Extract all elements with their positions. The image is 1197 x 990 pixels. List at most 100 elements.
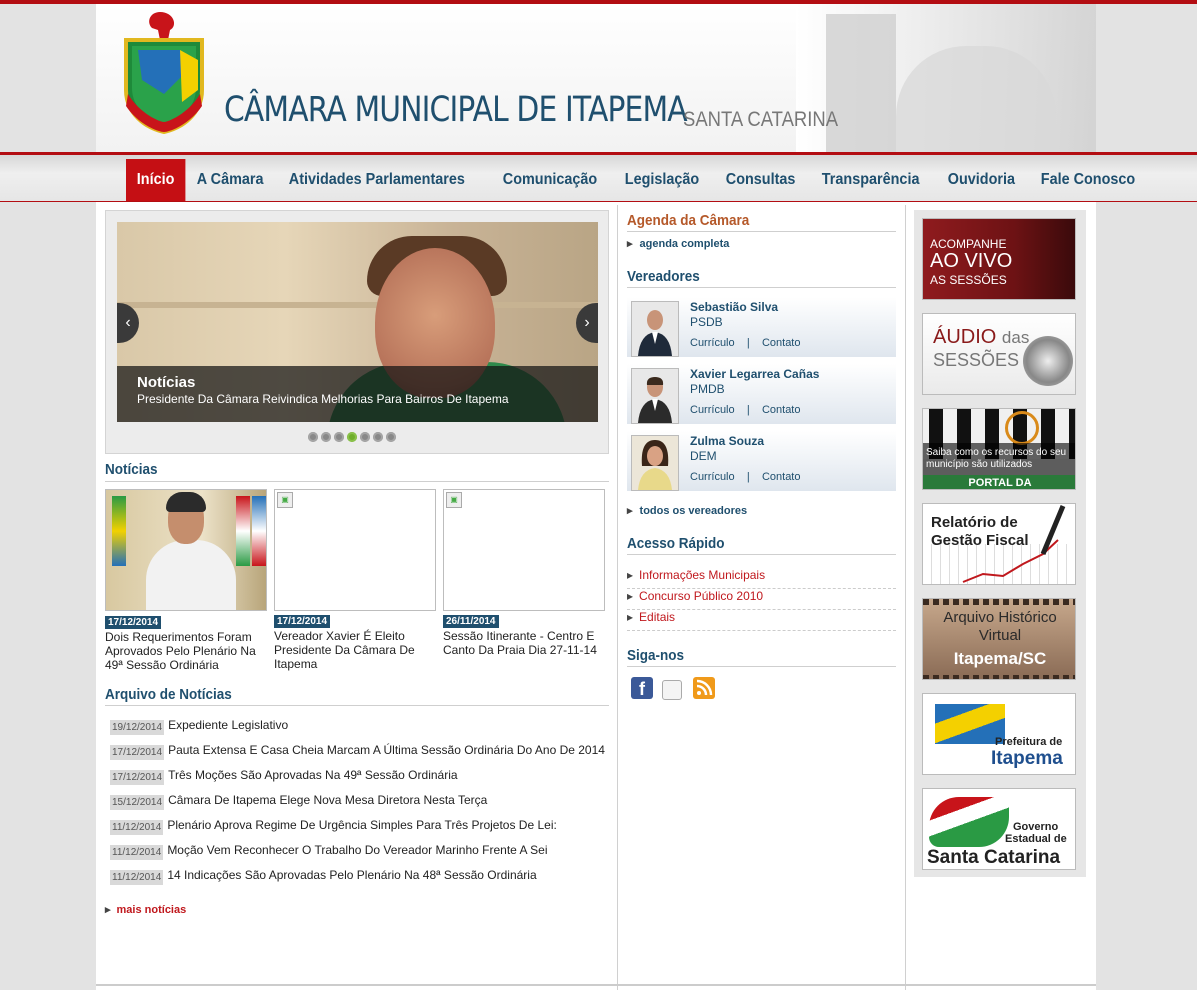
banner-audio[interactable]: ÁUDIO das SESSÕES	[922, 313, 1076, 395]
speaker-icon	[1023, 336, 1073, 386]
contato-link[interactable]: Contato	[762, 404, 801, 416]
vereador-party: PMDB	[690, 382, 725, 396]
more-news-link[interactable]: mais notícias	[105, 903, 187, 916]
banner-ao-vivo[interactable]: ACOMPANHE AO VIVO AS SESSÕES	[922, 218, 1076, 300]
archive-item[interactable]: 17/12/2014 Pauta Extensa E Casa Cheia Mar…	[110, 743, 610, 760]
banner-text: Arquivo Histórico	[943, 609, 1057, 626]
news-photo-broken[interactable]: ▣	[274, 489, 436, 611]
section-rule	[627, 666, 896, 667]
slider-dot[interactable]	[321, 432, 331, 442]
twitter-icon[interactable]	[662, 680, 682, 700]
news-photo[interactable]	[105, 489, 267, 611]
vereador-photo[interactable]	[631, 368, 679, 424]
slider-dot-active[interactable]	[347, 432, 357, 442]
vereador-name[interactable]: Sebastião Silva	[690, 300, 778, 314]
nav-atividades-parlamentares[interactable]: Atividades Parlamentares	[278, 159, 476, 201]
flag	[252, 496, 266, 566]
banner-text: Relatório de	[931, 514, 1018, 531]
archive-headline[interactable]: 14 Indicações São Aprovadas Pelo Plenári…	[167, 868, 536, 883]
archive-item[interactable]: 19/12/2014 Expediente Legislativo	[110, 718, 610, 735]
slider-dot[interactable]	[308, 432, 318, 442]
slider-dot[interactable]	[334, 432, 344, 442]
slide-caption[interactable]: Notícias Presidente Da Câmara Reivindica…	[117, 366, 598, 422]
archive-headline[interactable]: Pauta Extensa E Casa Cheia Marcam A Últi…	[168, 743, 605, 758]
person-photo	[106, 490, 266, 610]
archive-headline[interactable]: Plenário Aprova Regime De Urgência Simpl…	[167, 818, 557, 833]
curriculo-link[interactable]: Currículo	[690, 337, 735, 349]
banner-relatorio[interactable]: Relatório de Gestão Fiscal	[922, 503, 1076, 585]
vereador-name[interactable]: Zulma Souza	[690, 434, 764, 448]
contato-link[interactable]: Contato	[762, 471, 801, 483]
vereadores-title: Vereadores	[627, 268, 700, 285]
acesso-link[interactable]: Informações Municipais	[627, 568, 896, 589]
link-separator: |	[746, 471, 750, 483]
vereador-photo[interactable]	[631, 301, 679, 357]
curriculo-link[interactable]: Currículo	[690, 471, 735, 483]
nav-fale-conosco[interactable]: Fale Conosco	[1030, 159, 1146, 201]
coat-of-arms-logo[interactable]	[120, 10, 208, 134]
person-hair	[166, 492, 206, 512]
archive-item[interactable]: 15/12/2014 Câmara De Itapema Elege Nova M…	[110, 793, 610, 810]
nav-a-camara[interactable]: A Câmara	[186, 159, 274, 201]
nav-comunicacao[interactable]: Comunicação	[492, 159, 608, 201]
broken-image-icon: ▣	[446, 492, 462, 508]
archive-headline[interactable]: Expediente Legislativo	[168, 718, 288, 733]
banner-text: SESSÕES	[933, 350, 1020, 370]
slider-dot[interactable]	[360, 432, 370, 442]
archive-headline[interactable]: Câmara De Itapema Elege Nova Mesa Direto…	[168, 793, 487, 808]
curriculo-link[interactable]: Currículo	[690, 404, 735, 416]
news-card[interactable]: ▣ 26/11/2014 Sessão Itinerante - Centro …	[443, 489, 605, 657]
wall-stripe	[117, 302, 598, 308]
archive-list: 19/12/2014 Expediente Legislativo 17/12/2…	[110, 718, 610, 893]
archive-headline[interactable]: Moção Vem Reconhecer O Trabalho Do Verea…	[167, 843, 547, 858]
nav-inicio[interactable]: Início	[126, 159, 186, 201]
slider-dot[interactable]	[386, 432, 396, 442]
banner-prefeitura[interactable]: Prefeitura de Itapema	[922, 693, 1076, 775]
news-headline[interactable]: Sessão Itinerante - Centro E Canto Da Pr…	[443, 629, 603, 657]
archive-item[interactable]: 11/12/2014 Moção Vem Reconhecer O Trabalh…	[110, 843, 610, 860]
facebook-icon[interactable]: f	[631, 677, 653, 699]
archive-date: 11/12/2014	[110, 870, 164, 885]
archive-item[interactable]: 17/12/2014 Três Moções São Aprovadas Na 4…	[110, 768, 610, 785]
todos-vereadores-link[interactable]: todos os vereadores	[627, 504, 748, 517]
vereador-links: Currículo | Contato	[690, 404, 800, 416]
banner-arquivo[interactable]: Arquivo Histórico Virtual Itapema/SC	[922, 598, 1076, 680]
column-divider	[617, 205, 618, 990]
nav-ouvidoria[interactable]: Ouvidoria	[937, 159, 1026, 201]
archive-item[interactable]: 11/12/2014 14 Indicações São Aprovadas Pe…	[110, 868, 610, 885]
vereador-photo[interactable]	[631, 435, 679, 491]
banner-text: Prefeitura de	[995, 736, 1063, 748]
acesso-title: Acesso Rápido	[627, 535, 725, 552]
vereador-links: Currículo | Contato	[690, 471, 800, 483]
nav-consultas[interactable]: Consultas	[715, 159, 806, 201]
banner-text: Gestão Fiscal	[931, 532, 1029, 549]
news-date: 17/12/2014	[105, 616, 162, 629]
archive-date: 15/12/2014	[110, 795, 165, 810]
news-card[interactable]: 17/12/2014 Dois Requerimentos Foram Apro…	[105, 489, 267, 672]
link-separator: |	[746, 404, 750, 416]
arquivo-title: Arquivo de Notícias	[105, 686, 232, 703]
vereador-party: DEM	[690, 449, 717, 463]
nav-transparencia[interactable]: Transparência	[811, 159, 930, 201]
acesso-link[interactable]: Editais	[627, 610, 896, 631]
broken-image-icon: ▣	[277, 492, 293, 508]
site-title: CÂMARA MUNICIPAL DE ITAPEMA	[224, 90, 688, 130]
news-headline[interactable]: Dois Requerimentos Foram Aprovados Pelo …	[105, 630, 265, 672]
nav-legislacao[interactable]: Legislação	[614, 159, 710, 201]
news-card[interactable]: ▣ 17/12/2014 Vereador Xavier É Eleito Pr…	[274, 489, 436, 671]
news-photo-broken[interactable]: ▣	[443, 489, 605, 611]
vereador-card: Xavier Legarrea Cañas PMDB Currículo | C…	[627, 364, 896, 424]
archive-headline[interactable]: Três Moções São Aprovadas Na 49ª Sessão …	[168, 768, 457, 783]
contato-link[interactable]: Contato	[762, 337, 801, 349]
agenda-link[interactable]: agenda completa	[627, 237, 730, 250]
film-strip	[923, 675, 1075, 679]
news-headline[interactable]: Vereador Xavier É Eleito Presidente Da C…	[274, 629, 434, 671]
acesso-link[interactable]: Concurso Público 2010	[627, 589, 896, 610]
archive-item[interactable]: 11/12/2014 Plenário Aprova Regime De Urgê…	[110, 818, 610, 835]
rss-icon[interactable]	[693, 677, 715, 699]
vereador-name[interactable]: Xavier Legarrea Cañas	[690, 367, 819, 381]
banner-governo[interactable]: Governo Estadual de Santa Catarina	[922, 788, 1076, 870]
banner-text: Virtual	[978, 627, 1022, 644]
banner-transparencia[interactable]: Saiba como os recursos do seu município …	[922, 408, 1076, 490]
slider-dot[interactable]	[373, 432, 383, 442]
